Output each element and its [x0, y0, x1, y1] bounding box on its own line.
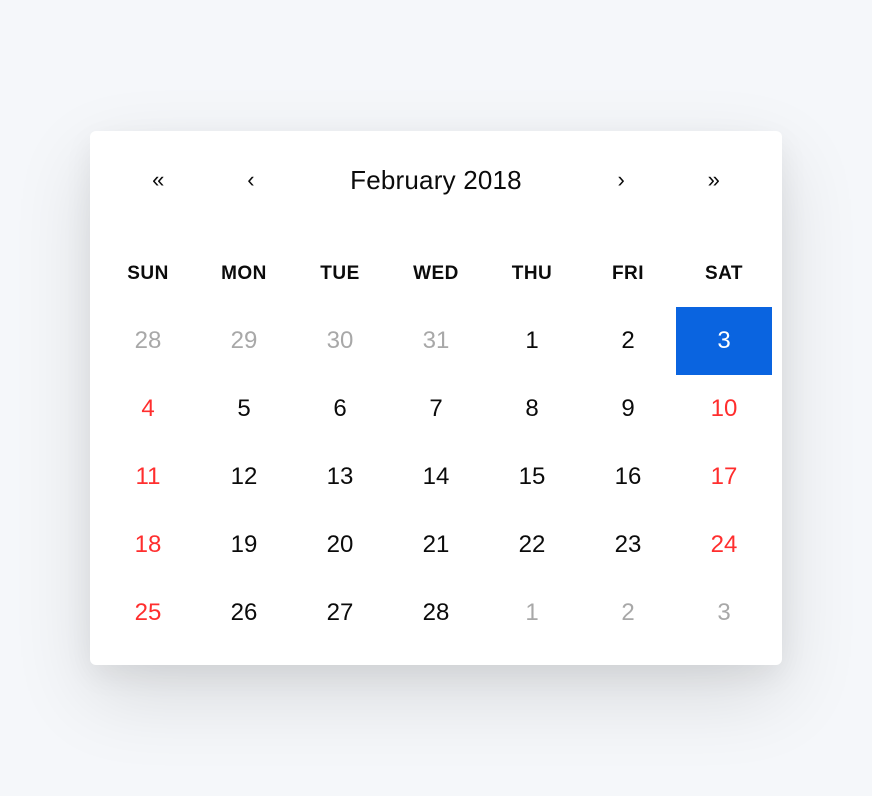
day-cell[interactable]: 3: [676, 579, 772, 647]
weekday-row: SUN MON TUE WED THU FRI SAT: [90, 229, 782, 307]
day-cell[interactable]: 9: [580, 375, 676, 443]
day-cell[interactable]: 15: [484, 443, 580, 511]
day-cell[interactable]: 28: [388, 579, 484, 647]
day-cell[interactable]: 8: [484, 375, 580, 443]
day-cell[interactable]: 5: [196, 375, 292, 443]
day-cell[interactable]: 28: [100, 307, 196, 375]
day-cell[interactable]: 19: [196, 511, 292, 579]
day-cell[interactable]: 7: [388, 375, 484, 443]
day-cell[interactable]: 2: [580, 307, 676, 375]
day-cell[interactable]: 2: [580, 579, 676, 647]
calendar-header: « ‹ February 2018 › »: [90, 159, 782, 229]
day-cell[interactable]: 20: [292, 511, 388, 579]
day-cell[interactable]: 30: [292, 307, 388, 375]
weekday-header: SUN: [100, 251, 196, 297]
day-cell[interactable]: 1: [484, 579, 580, 647]
day-cell[interactable]: 23: [580, 511, 676, 579]
next-month-button[interactable]: ›: [575, 159, 668, 201]
day-cell[interactable]: 11: [100, 443, 196, 511]
weekday-header: THU: [484, 251, 580, 297]
weekday-header: TUE: [292, 251, 388, 297]
day-cell[interactable]: 16: [580, 443, 676, 511]
day-cell[interactable]: 25: [100, 579, 196, 647]
day-cell[interactable]: 31: [388, 307, 484, 375]
day-cell[interactable]: 4: [100, 375, 196, 443]
weekday-header: MON: [196, 251, 292, 297]
day-cell[interactable]: 21: [388, 511, 484, 579]
weekday-header: WED: [388, 251, 484, 297]
day-cell[interactable]: 3: [676, 307, 772, 375]
day-cell[interactable]: 17: [676, 443, 772, 511]
month-year-title[interactable]: February 2018: [297, 165, 575, 196]
day-cell[interactable]: 18: [100, 511, 196, 579]
day-cell[interactable]: 26: [196, 579, 292, 647]
day-cell[interactable]: 13: [292, 443, 388, 511]
prev-month-button[interactable]: ‹: [205, 159, 298, 201]
calendar: « ‹ February 2018 › » SUN MON TUE WED TH…: [90, 131, 782, 665]
next-year-button[interactable]: »: [667, 159, 760, 201]
day-cell[interactable]: 24: [676, 511, 772, 579]
day-cell[interactable]: 10: [676, 375, 772, 443]
days-grid: 2829303112345678910111213141516171819202…: [90, 307, 782, 647]
prev-year-button[interactable]: «: [112, 159, 205, 201]
day-cell[interactable]: 12: [196, 443, 292, 511]
day-cell[interactable]: 29: [196, 307, 292, 375]
weekday-header: SAT: [676, 251, 772, 297]
day-cell[interactable]: 22: [484, 511, 580, 579]
day-cell[interactable]: 1: [484, 307, 580, 375]
day-cell[interactable]: 27: [292, 579, 388, 647]
weekday-header: FRI: [580, 251, 676, 297]
day-cell[interactable]: 14: [388, 443, 484, 511]
day-cell[interactable]: 6: [292, 375, 388, 443]
